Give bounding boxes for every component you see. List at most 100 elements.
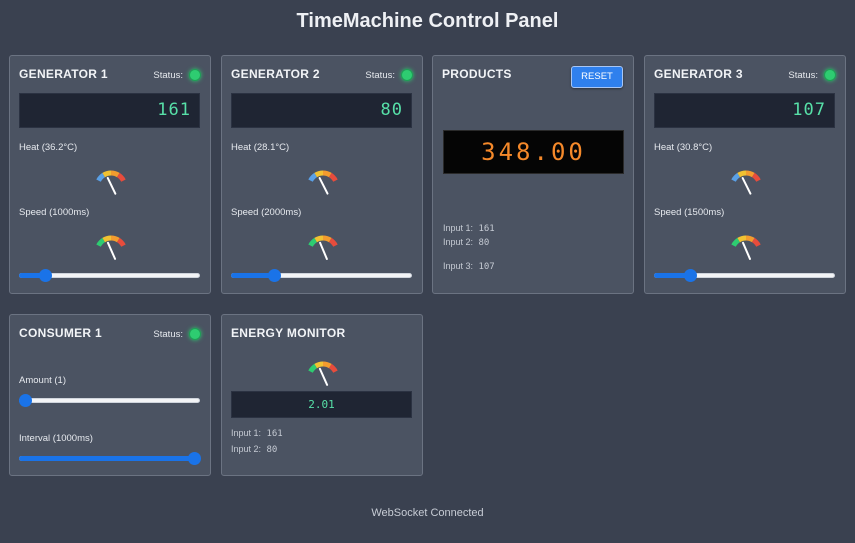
gauge-segment [116,172,126,182]
energy-monitor-title: ENERGY MONITOR [231,326,346,340]
interval-slider[interactable] [19,451,201,465]
generator-title: GENERATOR 2 [231,67,320,81]
gauge-segment [328,237,338,247]
heat-gauge [731,170,761,195]
products-value-display: 348.00 [443,130,624,174]
gauge-segment [322,235,332,243]
generator-title: GENERATOR 1 [19,67,108,81]
generator-title: GENERATOR 3 [654,67,743,81]
generator-value-display: 161 [19,93,200,128]
gauge-needle [741,177,752,195]
amount-slider[interactable] [19,393,200,407]
gauge-needle [319,241,328,260]
gauge-needle [106,241,117,260]
heat-gauge [96,170,126,195]
generator-1-panel: GENERATOR 1 Status: 161 Heat (36.2°C) Sp… [9,55,211,294]
status-led [189,69,201,81]
interval-label: Interval (1000ms) [19,433,93,444]
status-indicator: Status: [153,328,201,340]
input-label: Input 3: [443,261,474,271]
speed-slider[interactable] [19,268,200,282]
consumer-title: CONSUMER 1 [19,326,103,340]
generator-3-panel: GENERATOR 3 Status: 107 Heat (30.8°C) Sp… [644,55,846,294]
heat-label: Heat (28.1°C) [231,142,290,153]
status-label: Status: [788,69,818,81]
gauge-segment [314,361,324,369]
gauge-segment [314,235,324,243]
gauge-segment [328,363,338,373]
gauge-segment [102,170,112,178]
gauge-segment [751,172,761,182]
gauge-segment [745,170,755,178]
gauge-segment [731,237,741,247]
gauge-segment [110,235,120,243]
input-label: Input 1: [231,428,262,438]
input-2-readout: Input 2: 80 [443,237,489,248]
generator-2-panel: GENERATOR 2 Status: 80 Heat (28.1°C) Spe… [221,55,423,294]
status-led [401,69,413,81]
status-indicator: Status: [365,69,413,81]
consumer-1-panel: CONSUMER 1 Status: Amount (1) Interval (… [9,314,211,476]
gauge-segment [737,235,747,243]
speed-gauge [96,235,126,260]
gauge-segment [116,237,126,247]
status-led [189,328,201,340]
gauge-segment [737,170,747,178]
heat-label: Heat (36.2°C) [19,142,78,153]
input-label: Input 2: [231,444,262,454]
status-indicator: Status: [153,69,201,81]
gauge-segment [96,172,106,182]
speed-label: Speed (1500ms) [654,207,725,218]
gauge-segment [328,172,338,182]
connection-status: WebSocket Connected [371,507,484,519]
energy-monitor-panel: ENERGY MONITOR 2.01 Input 1: 161 Input 2… [221,314,423,476]
reset-button[interactable]: RESET [571,66,623,88]
gauge-segment [96,237,106,247]
speed-label: Speed (1000ms) [19,207,90,218]
generator-value-display: 107 [654,93,835,128]
speed-slider[interactable] [231,268,412,282]
page-title: TimeMachine Control Panel [296,10,559,32]
input-value: 107 [478,262,495,272]
gauge-segment [110,170,120,178]
input-value: 161 [478,224,495,234]
status-label: Status: [365,69,395,81]
products-panel: PRODUCTS RESET 348.00 Input 1: 161 Input… [432,55,634,294]
gauge-segment [745,235,755,243]
status-label: Status: [153,328,183,340]
gauge-segment [322,361,332,369]
input-value: 80 [478,238,490,248]
heat-gauge [308,170,338,195]
speed-gauge [731,235,761,260]
input-2-readout: Input 2: 80 [231,444,277,455]
status-led [824,69,836,81]
gauge-segment [322,170,332,178]
gauge-segment [308,172,318,182]
speed-label: Speed (2000ms) [231,207,302,218]
gauge-segment [314,170,324,178]
energy-gauge [308,361,338,386]
input-label: Input 2: [443,237,474,247]
gauge-needle [318,367,329,386]
gauge-segment [308,363,318,373]
status-indicator: Status: [788,69,836,81]
gauge-segment [731,172,741,182]
amount-label: Amount (1) [19,375,66,386]
heat-label: Heat (30.8°C) [654,142,713,153]
input-1-readout: Input 1: 161 [231,428,283,439]
input-value: 80 [266,445,278,455]
input-1-readout: Input 1: 161 [443,223,495,234]
generator-value-display: 80 [231,93,412,128]
gauge-needle [318,177,329,195]
gauge-segment [102,235,112,243]
speed-slider[interactable] [654,268,835,282]
status-label: Status: [153,69,183,81]
energy-value-display: 2.01 [231,391,412,418]
gauge-segment [308,237,318,247]
gauge-segment [751,237,761,247]
products-title: PRODUCTS [442,67,512,81]
speed-gauge [308,235,338,260]
input-label: Input 1: [443,223,474,233]
input-3-readout: Input 3: 107 [443,261,495,272]
gauge-needle [742,241,751,260]
